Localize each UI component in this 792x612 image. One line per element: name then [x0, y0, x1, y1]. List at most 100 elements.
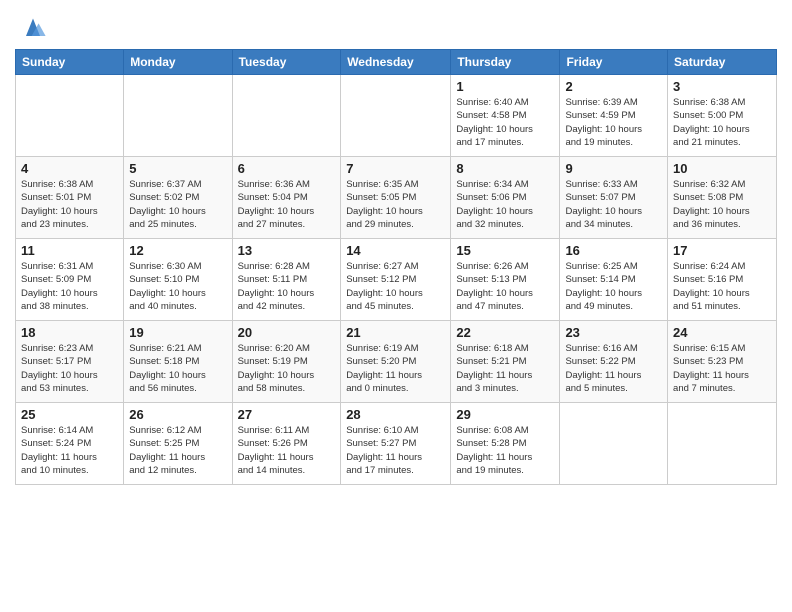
day-cell: 20 Sunrise: 6:20 AM Sunset: 5:19 PM Dayli… [232, 321, 341, 403]
day-info: Sunrise: 6:20 AM Sunset: 5:19 PM Dayligh… [238, 342, 336, 395]
logo [15, 15, 47, 43]
day-info: Sunrise: 6:35 AM Sunset: 5:05 PM Dayligh… [346, 178, 445, 231]
day-cell: 13 Sunrise: 6:28 AM Sunset: 5:11 PM Dayli… [232, 239, 341, 321]
day-cell: 1Sunrise: 6:40 AM Sunset: 4:58 PM Daylig… [451, 75, 560, 157]
day-number: 10 [673, 161, 771, 176]
day-cell: 18 Sunrise: 6:23 AM Sunset: 5:17 PM Dayli… [16, 321, 124, 403]
week-row-2: 4 Sunrise: 6:38 AM Sunset: 5:01 PM Daylig… [16, 157, 777, 239]
day-info: Sunrise: 6:25 AM Sunset: 5:14 PM Dayligh… [565, 260, 662, 313]
day-cell: 17 Sunrise: 6:24 AM Sunset: 5:16 PM Dayli… [668, 239, 777, 321]
day-number: 11 [21, 243, 118, 258]
day-number: 4 [21, 161, 118, 176]
day-cell [232, 75, 341, 157]
header [15, 10, 777, 43]
day-info: Sunrise: 6:30 AM Sunset: 5:10 PM Dayligh… [129, 260, 226, 313]
day-number: 5 [129, 161, 226, 176]
header-cell-sunday: Sunday [16, 50, 124, 75]
week-row-4: 18 Sunrise: 6:23 AM Sunset: 5:17 PM Dayli… [16, 321, 777, 403]
day-number: 26 [129, 407, 226, 422]
day-number: 12 [129, 243, 226, 258]
day-number: 17 [673, 243, 771, 258]
day-cell: 2 Sunrise: 6:39 AM Sunset: 4:59 PM Daylig… [560, 75, 668, 157]
day-cell: 25Sunrise: 6:14 AM Sunset: 5:24 PM Dayli… [16, 403, 124, 485]
day-cell: 27 Sunrise: 6:11 AM Sunset: 5:26 PM Dayli… [232, 403, 341, 485]
day-number: 7 [346, 161, 445, 176]
day-cell: 6 Sunrise: 6:36 AM Sunset: 5:04 PM Daylig… [232, 157, 341, 239]
header-cell-friday: Friday [560, 50, 668, 75]
day-info: Sunrise: 6:28 AM Sunset: 5:11 PM Dayligh… [238, 260, 336, 313]
day-info: Sunrise: 6:27 AM Sunset: 5:12 PM Dayligh… [346, 260, 445, 313]
day-info: Sunrise: 6:33 AM Sunset: 5:07 PM Dayligh… [565, 178, 662, 231]
day-cell: 7 Sunrise: 6:35 AM Sunset: 5:05 PM Daylig… [341, 157, 451, 239]
day-cell: 16 Sunrise: 6:25 AM Sunset: 5:14 PM Dayli… [560, 239, 668, 321]
day-info: Sunrise: 6:08 AM Sunset: 5:28 PM Dayligh… [456, 424, 554, 477]
day-cell: 21Sunrise: 6:19 AM Sunset: 5:20 PM Dayli… [341, 321, 451, 403]
day-cell [16, 75, 124, 157]
day-number: 6 [238, 161, 336, 176]
calendar-table: SundayMondayTuesdayWednesdayThursdayFrid… [15, 49, 777, 485]
page: SundayMondayTuesdayWednesdayThursdayFrid… [0, 0, 792, 495]
day-info: Sunrise: 6:11 AM Sunset: 5:26 PM Dayligh… [238, 424, 336, 477]
day-info: Sunrise: 6:12 AM Sunset: 5:25 PM Dayligh… [129, 424, 226, 477]
day-number: 2 [565, 79, 662, 94]
day-info: Sunrise: 6:39 AM Sunset: 4:59 PM Dayligh… [565, 96, 662, 149]
day-number: 14 [346, 243, 445, 258]
day-number: 9 [565, 161, 662, 176]
day-cell [560, 403, 668, 485]
day-cell: 9 Sunrise: 6:33 AM Sunset: 5:07 PM Daylig… [560, 157, 668, 239]
header-cell-monday: Monday [124, 50, 232, 75]
day-cell: 8 Sunrise: 6:34 AM Sunset: 5:06 PM Daylig… [451, 157, 560, 239]
day-info: Sunrise: 6:14 AM Sunset: 5:24 PM Dayligh… [21, 424, 118, 477]
day-info: Sunrise: 6:36 AM Sunset: 5:04 PM Dayligh… [238, 178, 336, 231]
day-cell [341, 75, 451, 157]
day-info: Sunrise: 6:38 AM Sunset: 5:01 PM Dayligh… [21, 178, 118, 231]
week-row-1: 1Sunrise: 6:40 AM Sunset: 4:58 PM Daylig… [16, 75, 777, 157]
day-cell: 28Sunrise: 6:10 AM Sunset: 5:27 PM Dayli… [341, 403, 451, 485]
day-cell: 14 Sunrise: 6:27 AM Sunset: 5:12 PM Dayli… [341, 239, 451, 321]
day-number: 20 [238, 325, 336, 340]
day-number: 8 [456, 161, 554, 176]
day-info: Sunrise: 6:23 AM Sunset: 5:17 PM Dayligh… [21, 342, 118, 395]
day-number: 18 [21, 325, 118, 340]
day-cell: 15 Sunrise: 6:26 AM Sunset: 5:13 PM Dayli… [451, 239, 560, 321]
day-info: Sunrise: 6:24 AM Sunset: 5:16 PM Dayligh… [673, 260, 771, 313]
day-info: Sunrise: 6:21 AM Sunset: 5:18 PM Dayligh… [129, 342, 226, 395]
day-number: 16 [565, 243, 662, 258]
week-row-3: 11 Sunrise: 6:31 AM Sunset: 5:09 PM Dayli… [16, 239, 777, 321]
day-info: Sunrise: 6:18 AM Sunset: 5:21 PM Dayligh… [456, 342, 554, 395]
day-cell [124, 75, 232, 157]
day-info: Sunrise: 6:26 AM Sunset: 5:13 PM Dayligh… [456, 260, 554, 313]
day-cell: 26 Sunrise: 6:12 AM Sunset: 5:25 PM Dayli… [124, 403, 232, 485]
day-info: Sunrise: 6:32 AM Sunset: 5:08 PM Dayligh… [673, 178, 771, 231]
day-info: Sunrise: 6:19 AM Sunset: 5:20 PM Dayligh… [346, 342, 445, 395]
day-number: 15 [456, 243, 554, 258]
day-number: 28 [346, 407, 445, 422]
day-number: 23 [565, 325, 662, 340]
day-cell: 22 Sunrise: 6:18 AM Sunset: 5:21 PM Dayli… [451, 321, 560, 403]
day-cell: 3Sunrise: 6:38 AM Sunset: 5:00 PM Daylig… [668, 75, 777, 157]
day-cell: 11 Sunrise: 6:31 AM Sunset: 5:09 PM Dayli… [16, 239, 124, 321]
header-cell-wednesday: Wednesday [341, 50, 451, 75]
day-cell: 24 Sunrise: 6:15 AM Sunset: 5:23 PM Dayli… [668, 321, 777, 403]
day-info: Sunrise: 6:16 AM Sunset: 5:22 PM Dayligh… [565, 342, 662, 395]
header-cell-tuesday: Tuesday [232, 50, 341, 75]
day-number: 24 [673, 325, 771, 340]
day-cell: 5Sunrise: 6:37 AM Sunset: 5:02 PM Daylig… [124, 157, 232, 239]
day-cell: 29 Sunrise: 6:08 AM Sunset: 5:28 PM Dayli… [451, 403, 560, 485]
day-cell: 19Sunrise: 6:21 AM Sunset: 5:18 PM Dayli… [124, 321, 232, 403]
day-number: 27 [238, 407, 336, 422]
day-cell: 12 Sunrise: 6:30 AM Sunset: 5:10 PM Dayli… [124, 239, 232, 321]
day-cell [668, 403, 777, 485]
day-number: 13 [238, 243, 336, 258]
header-cell-saturday: Saturday [668, 50, 777, 75]
header-row: SundayMondayTuesdayWednesdayThursdayFrid… [16, 50, 777, 75]
day-cell: 10 Sunrise: 6:32 AM Sunset: 5:08 PM Dayli… [668, 157, 777, 239]
day-number: 1 [456, 79, 554, 94]
day-number: 29 [456, 407, 554, 422]
day-info: Sunrise: 6:34 AM Sunset: 5:06 PM Dayligh… [456, 178, 554, 231]
day-info: Sunrise: 6:31 AM Sunset: 5:09 PM Dayligh… [21, 260, 118, 313]
day-info: Sunrise: 6:15 AM Sunset: 5:23 PM Dayligh… [673, 342, 771, 395]
day-number: 22 [456, 325, 554, 340]
week-row-5: 25Sunrise: 6:14 AM Sunset: 5:24 PM Dayli… [16, 403, 777, 485]
day-cell: 4 Sunrise: 6:38 AM Sunset: 5:01 PM Daylig… [16, 157, 124, 239]
